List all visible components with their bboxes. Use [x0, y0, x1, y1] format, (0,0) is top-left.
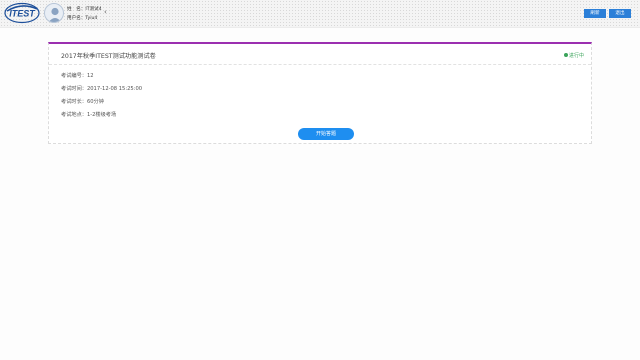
exam-number-value: 12 [86, 73, 94, 79]
exam-duration-row: 考试时长：60分钟 [61, 98, 104, 105]
exam-time-label: 考试时间： [61, 86, 87, 92]
user-name-value: IT测试4 [85, 7, 102, 12]
username-value: Tyiu4 [85, 16, 98, 21]
user-avatar-icon [48, 7, 62, 22]
refresh-button[interactable]: 刷新 [584, 9, 606, 18]
start-exam-button[interactable]: 开始答题 [298, 128, 354, 140]
user-name-line: 姓 名：IT测试4 [67, 5, 102, 14]
avatar [44, 3, 64, 23]
exam-number-label: 考试编号： [61, 73, 87, 79]
exam-duration-value: 60分钟 [86, 99, 104, 105]
exam-location-row: 考试地点：1-2楼级考场 [61, 111, 116, 118]
exam-title: 2017年秋季ITEST测试功能测试卷 [61, 53, 156, 60]
logo-text: ITEST [9, 9, 36, 19]
exam-duration-label: 考试时长： [61, 99, 87, 105]
status-dot-icon [563, 53, 568, 57]
username-label: 用户名： [67, 16, 86, 21]
logout-button[interactable]: 退出 [609, 9, 631, 18]
exam-number-row: 考试编号：12 [61, 72, 94, 79]
exam-time-row: 考试时间：2017-12-08 15:25:00 [61, 85, 142, 92]
user-info: 姓 名：IT测试4 用户名：Tyiu4 [67, 5, 102, 23]
exam-time-value: 2017-12-08 15:25:00 [86, 86, 143, 92]
exam-location-label: 考试地点： [61, 112, 87, 118]
chevron-left-icon[interactable]: ‹ [104, 8, 107, 16]
user-name-label: 姓 名： [67, 7, 86, 12]
top-bar: ITEST 姓 名：IT测试4 用户名：Tyiu4 ‹ 刷新 退出 [0, 0, 640, 28]
status-text: 进行中 [568, 53, 584, 59]
exam-location-value: 1-2楼级考场 [86, 112, 117, 118]
itest-logo: ITEST [4, 2, 40, 24]
exam-card-header: 2017年秋季ITEST测试功能测试卷 进行中 [49, 44, 591, 65]
exam-card: 2017年秋季ITEST测试功能测试卷 进行中 考试编号：12 考试时间：201… [48, 42, 592, 144]
user-username-line: 用户名：Tyiu4 [67, 14, 102, 23]
status-badge: 进行中 [563, 52, 584, 59]
